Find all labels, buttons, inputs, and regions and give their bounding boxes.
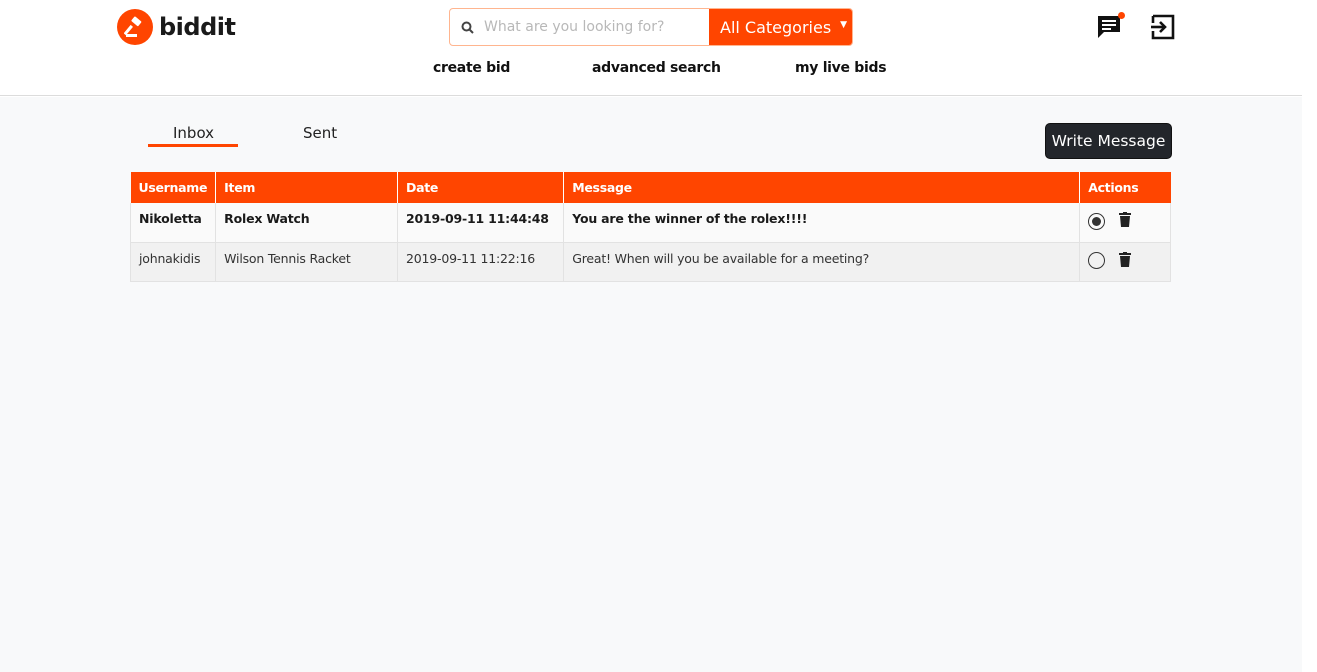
col-date: Date bbox=[397, 172, 565, 203]
search-input[interactable] bbox=[484, 9, 709, 45]
table-row[interactable]: johnakidis Wilson Tennis Racket 2019-09-… bbox=[129, 242, 1171, 282]
mark-read-radio-icon[interactable] bbox=[1088, 212, 1106, 230]
trash-icon[interactable] bbox=[1119, 212, 1132, 230]
cell-actions bbox=[1079, 203, 1171, 243]
messages-table: Username Item Date Message Actions Nikol… bbox=[129, 172, 1171, 282]
search-bar: All Categories ▼ bbox=[449, 8, 853, 46]
cell-date: 2019-09-11 11:44:48 bbox=[397, 203, 565, 243]
write-message-button[interactable]: Write Message bbox=[1045, 123, 1172, 159]
top-header: biddit All Categories ▼ create bid advan… bbox=[0, 0, 1302, 96]
tab-sent[interactable]: Sent bbox=[303, 124, 337, 142]
category-select[interactable]: All Categories ▼ bbox=[709, 9, 852, 45]
brand-name: biddit bbox=[159, 13, 236, 41]
table-header: Username Item Date Message Actions bbox=[130, 172, 1171, 203]
active-tab-indicator bbox=[148, 144, 238, 147]
cell-item: Wilson Tennis Racket bbox=[215, 242, 399, 282]
col-actions: Actions bbox=[1079, 172, 1171, 203]
radio-dot bbox=[1092, 216, 1102, 226]
gavel-icon bbox=[117, 9, 153, 45]
message-icon[interactable] bbox=[1096, 12, 1125, 41]
mark-read-radio-icon[interactable] bbox=[1088, 252, 1106, 269]
cell-actions bbox=[1079, 242, 1171, 282]
logout-icon[interactable] bbox=[1149, 13, 1177, 41]
table-row[interactable]: Nikoletta Rolex Watch 2019-09-11 11:44:4… bbox=[129, 203, 1171, 243]
logo[interactable]: biddit bbox=[117, 9, 236, 45]
col-username: Username bbox=[130, 172, 217, 203]
nav-create-bid[interactable]: create bid bbox=[433, 60, 510, 76]
cell-item: Rolex Watch bbox=[215, 203, 399, 243]
col-message: Message bbox=[563, 172, 1081, 203]
nav-my-live-bids[interactable]: my live bids bbox=[795, 60, 887, 76]
tab-inbox[interactable]: Inbox bbox=[173, 124, 214, 142]
cell-username: Nikoletta bbox=[129, 203, 217, 243]
cell-message: Great! When will you be available for a … bbox=[563, 242, 1081, 282]
col-item: Item bbox=[215, 172, 399, 203]
search-icon bbox=[450, 9, 484, 45]
cell-message: You are the winner of the rolex!!!! bbox=[563, 203, 1081, 243]
trash-icon[interactable] bbox=[1119, 251, 1132, 270]
nav-advanced-search[interactable]: advanced search bbox=[592, 60, 721, 76]
category-label: All Categories bbox=[720, 17, 832, 37]
main-content: Inbox Sent Write Message Username Item D… bbox=[0, 97, 1302, 672]
cell-date: 2019-09-11 11:22:16 bbox=[397, 242, 565, 282]
caret-down-icon: ▼ bbox=[840, 20, 847, 30]
notification-dot bbox=[1118, 12, 1125, 19]
cell-username: johnakidis bbox=[129, 242, 217, 282]
